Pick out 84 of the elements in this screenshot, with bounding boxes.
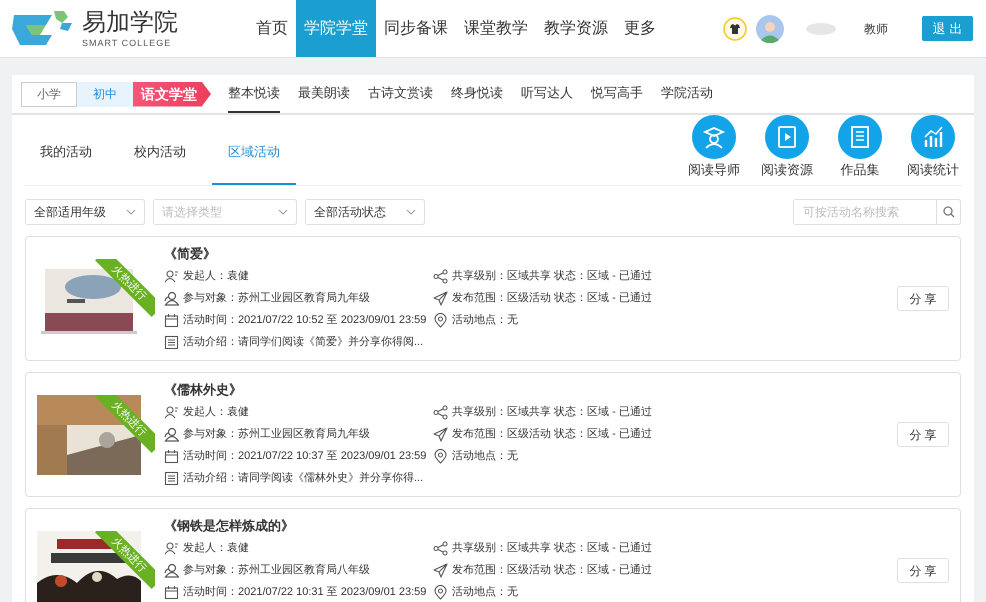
nav-item[interactable]: 同步备课 <box>376 0 456 57</box>
person-icon <box>164 404 179 420</box>
shortcut-label[interactable]: 阅读资源 <box>761 160 813 180</box>
info-text: 发起人：袁健 <box>183 268 249 284</box>
avatar-icon[interactable] <box>756 14 784 42</box>
logo-tagline: SMART COLLEGE <box>82 36 172 48</box>
info-text: 活动介绍：请同学阅读《儒林外史》并分享你得... <box>183 470 424 486</box>
person-icon <box>164 268 179 284</box>
location-pin-icon <box>433 584 448 600</box>
info-text: 共享级别：区域共享 状态：区域 - 已通过 <box>452 404 652 420</box>
chevron-down-icon <box>406 209 416 215</box>
search-field[interactable]: 可按活动名称搜索 <box>793 199 937 225</box>
subnav-tab[interactable]: 最美朗读 <box>298 75 350 113</box>
people-icon <box>164 562 179 578</box>
subject-badge: 语文学堂 <box>133 82 211 106</box>
document-icon[interactable] <box>838 115 882 159</box>
redacted-name-icon <box>804 20 838 36</box>
shortcut-label[interactable]: 阅读导师 <box>688 160 740 180</box>
info-text: 活动地点：无 <box>452 448 518 464</box>
location-pin-icon <box>433 448 448 464</box>
nav-item[interactable]: 首页 <box>248 0 296 57</box>
play-book-icon[interactable] <box>765 115 809 159</box>
info-text: 参与对象：苏州工业园区教育局九年级 <box>183 426 370 442</box>
subnav-tab[interactable]: 听写达人 <box>521 75 573 113</box>
shortcut-label[interactable]: 阅读统计 <box>907 160 959 180</box>
paper-plane-icon <box>433 426 448 442</box>
info-text: 发布范围：区级活动 状态：区域 - 已通过 <box>452 562 652 578</box>
info-text: 活动时间：2021/07/22 10:31 至 2023/09/01 23:59 <box>183 584 426 600</box>
share-button[interactable]: 分 享 <box>897 422 949 447</box>
share-icon <box>433 268 448 284</box>
list-icon <box>164 470 179 486</box>
info-text: 活动地点：无 <box>452 312 518 328</box>
activity-tab[interactable]: 校内活动 <box>118 121 202 185</box>
info-text: 活动时间：2021/07/22 10:52 至 2023/09/01 23:59 <box>183 312 426 328</box>
people-icon <box>164 426 179 442</box>
dropdown[interactable]: 全部活动状态 <box>305 199 425 225</box>
subnav-tab[interactable]: 学院活动 <box>661 75 713 113</box>
shirt-icon[interactable] <box>723 16 747 40</box>
bar-chart-icon[interactable] <box>911 115 955 159</box>
subnav-tab[interactable]: 悦写高手 <box>591 75 643 113</box>
activity-title: 《儒林外史》 <box>164 381 243 399</box>
info-text: 发起人：袁健 <box>183 404 249 420</box>
paper-plane-icon <box>433 290 448 306</box>
info-text: 活动时间：2021/07/22 10:37 至 2023/09/01 23:59 <box>183 448 426 464</box>
graduate-icon[interactable] <box>692 115 736 159</box>
info-text: 参与对象：苏州工业园区教育局九年级 <box>183 290 370 306</box>
activity-title: 《简爱》 <box>164 245 217 263</box>
share-button[interactable]: 分 享 <box>897 286 949 311</box>
info-text: 共享级别：区域共享 状态：区域 - 已通过 <box>452 540 652 556</box>
activity-tab[interactable]: 区域活动 <box>212 121 296 185</box>
nav-item[interactable]: 课堂教学 <box>456 0 536 57</box>
share-icon <box>433 404 448 420</box>
paper-plane-icon <box>433 562 448 578</box>
search-icon[interactable] <box>942 206 954 218</box>
calendar-icon <box>164 448 179 464</box>
info-text: 共享级别：区域共享 状态：区域 - 已通过 <box>452 268 652 284</box>
nav-item[interactable]: 教学资源 <box>536 0 616 57</box>
info-text: 发起人：袁健 <box>183 540 249 556</box>
person-icon <box>164 540 179 556</box>
level-tab[interactable]: 小学 <box>21 82 77 106</box>
list-icon <box>164 334 179 350</box>
user-role: 教师 <box>864 20 888 38</box>
location-pin-icon <box>433 312 448 328</box>
calendar-icon <box>164 312 179 328</box>
info-text: 活动介绍：请同学们阅读《简爱》并分享你得阅... <box>183 334 424 350</box>
info-text: 参与对象：苏州工业园区教育局八年级 <box>183 562 370 578</box>
subnav-tab[interactable]: 终身悦读 <box>451 75 503 113</box>
chevron-down-icon <box>278 209 288 215</box>
info-text: 发布范围：区级活动 状态：区域 - 已通过 <box>452 290 652 306</box>
subnav-tab[interactable]: 整本悦读 <box>228 75 280 113</box>
subnav-tab[interactable]: 古诗文赏读 <box>368 75 433 113</box>
share-icon <box>433 540 448 556</box>
people-icon <box>164 290 179 306</box>
info-text: 发布范围：区级活动 状态：区域 - 已通过 <box>452 426 652 442</box>
shortcut-label[interactable]: 作品集 <box>840 160 880 180</box>
calendar-icon <box>164 584 179 600</box>
dropdown[interactable]: 全部适用年级 <box>25 199 145 225</box>
logo-text: 易加学院 <box>82 8 178 36</box>
activity-title: 《钢铁是怎样炼成的》 <box>164 517 295 535</box>
info-text: 活动地点：无 <box>452 584 518 600</box>
nav-item[interactable]: 更多 <box>616 0 664 57</box>
share-button[interactable]: 分 享 <box>897 558 949 583</box>
chevron-down-icon <box>126 209 136 215</box>
activity-tab[interactable]: 我的活动 <box>24 121 108 185</box>
